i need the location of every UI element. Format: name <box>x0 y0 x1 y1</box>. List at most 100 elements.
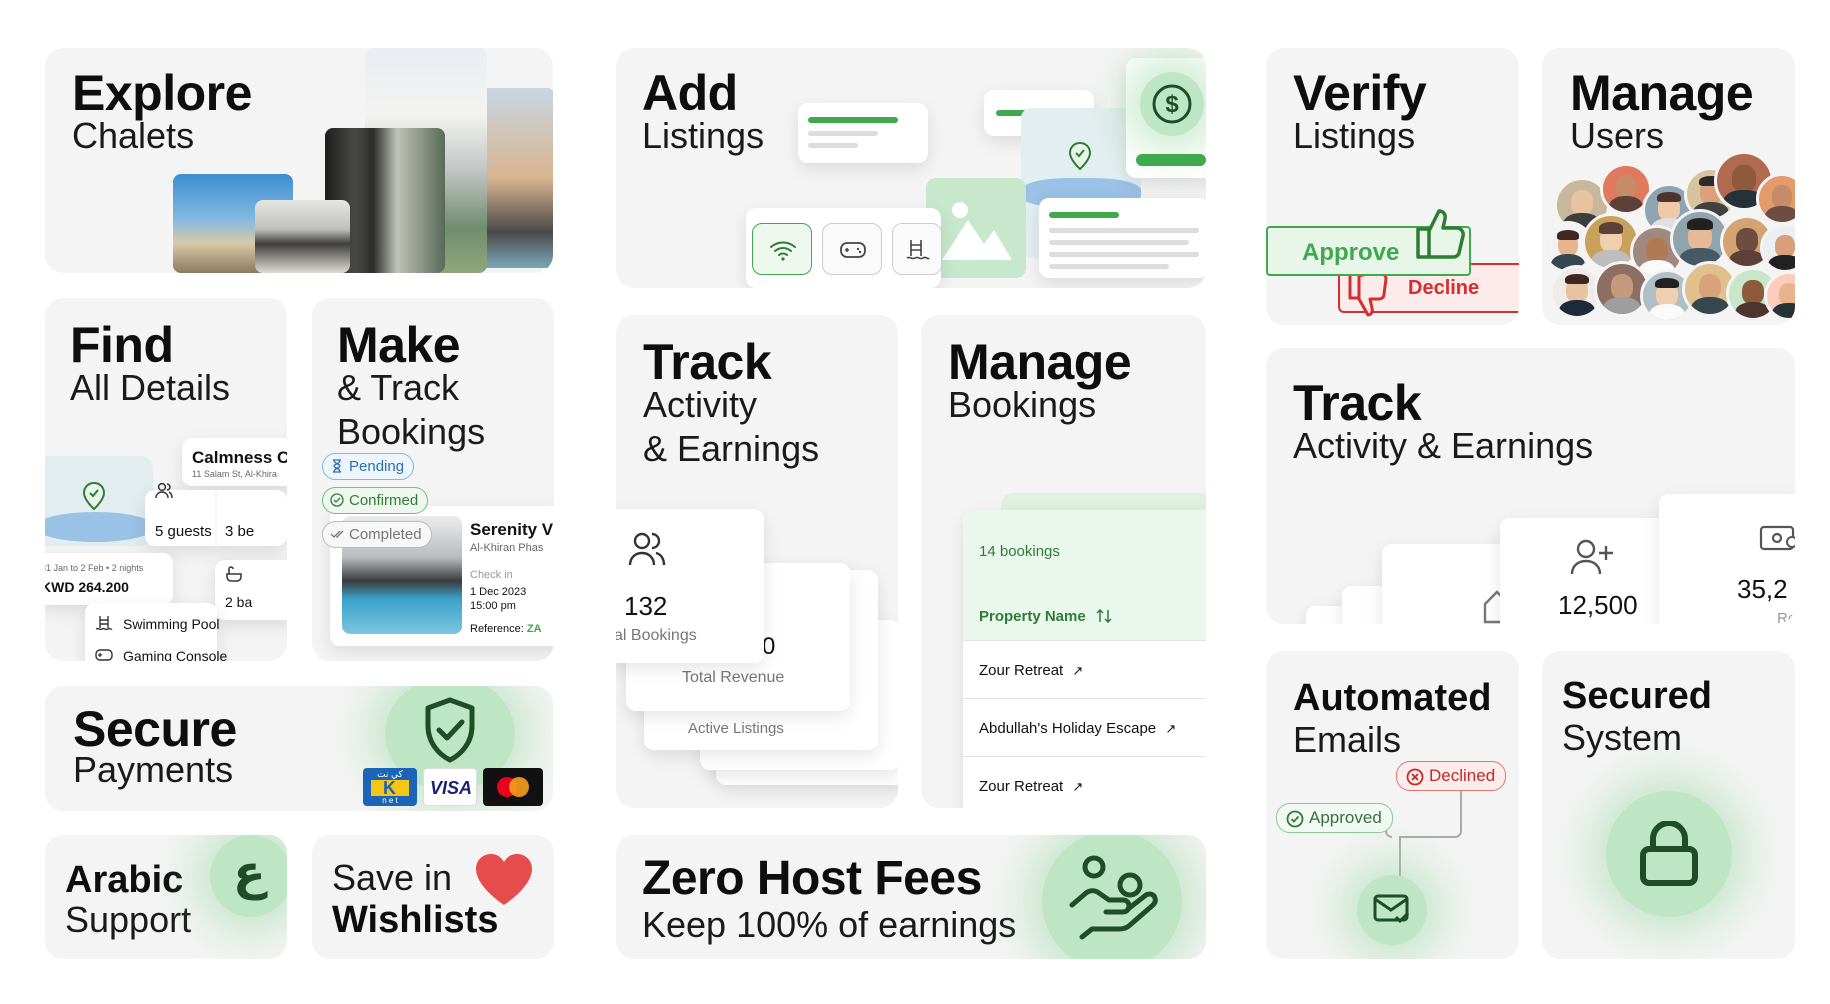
user-avatar-grid <box>1542 151 1795 325</box>
x-circle-icon <box>1406 768 1424 786</box>
card-title: Manage <box>1570 65 1754 121</box>
status-badge-approved[interactable]: Approved <box>1276 803 1393 833</box>
card-title: Arabic <box>65 859 184 901</box>
decline-label: Decline <box>1408 277 1480 299</box>
status-label: Approved <box>1309 808 1382 827</box>
dollar-icon: $ <box>1152 84 1192 124</box>
card-title: Explore <box>72 65 252 121</box>
stat-label: al Bookings <box>616 627 697 644</box>
status-badge-confirmed[interactable]: Confirmed <box>322 487 429 514</box>
lock-icon <box>1640 821 1698 886</box>
stat-card-users: 12,500 <box>1500 518 1670 624</box>
reference-value: ZA <box>526 623 542 635</box>
stat-value: 35,2 <box>1737 574 1788 604</box>
card-title: Find <box>70 317 174 373</box>
card-subtitle: Users <box>1570 115 1665 156</box>
booking-reference: Reference: ZA <box>470 623 542 635</box>
thumbs-down-icon <box>1348 272 1388 317</box>
amenity-wifi-button[interactable] <box>752 223 812 275</box>
card-subtitle: System <box>1562 717 1683 758</box>
listing-name: Calmness C <box>192 448 287 467</box>
card-subtitle-1: & Track <box>337 367 460 408</box>
avatar <box>1760 223 1795 273</box>
card-title: Add <box>642 65 738 121</box>
card-title: Track <box>643 334 772 390</box>
card-subtitle: All Details <box>70 367 231 408</box>
card-find-details[interactable]: Find All Details Calmness C 11 Salam St,… <box>45 298 287 661</box>
map-pin-icon <box>83 482 105 510</box>
bookings-count: 14 bookings <box>979 543 1060 560</box>
card-track-activity[interactable]: Track Activity & Earnings Active Listing… <box>616 315 898 808</box>
card-title: Make <box>337 317 461 373</box>
svg-text:$: $ <box>1165 91 1179 118</box>
card-subtitle-2: Bookings <box>337 411 486 452</box>
amenity-pool: Swimming Pool <box>123 616 220 632</box>
external-link-icon: ↗ <box>1072 663 1084 678</box>
hourglass-icon <box>333 459 341 473</box>
listing-name-card: Calmness C 11 Salam St, Al-Khira <box>182 438 287 486</box>
card-subtitle: Emails <box>1293 719 1402 760</box>
card-verify-listings[interactable]: Verify Listings Decline Approve <box>1266 48 1519 325</box>
card-secured-system[interactable]: Secured System <box>1542 651 1795 959</box>
card-subtitle: Listings <box>1293 115 1416 156</box>
card-subtitle-1: Activity <box>643 384 758 425</box>
avatar <box>1756 173 1795 225</box>
card-make-bookings[interactable]: Make & Track Bookings Serenity V Al-Khir… <box>312 298 554 661</box>
approve-label: Approve <box>1302 239 1400 266</box>
shield-check-icon <box>425 697 475 763</box>
amenity-pool-button[interactable] <box>892 223 942 275</box>
checkin-time: 15:00 pm <box>470 600 516 612</box>
card-explore-chalets[interactable]: Explore Chalets <box>45 48 553 273</box>
card-title: Secure <box>73 701 237 757</box>
card-automated-emails[interactable]: Automated Emails Declined Approved <box>1266 651 1519 959</box>
card-manage-bookings[interactable]: Manage Bookings 14 bookings Property Nam… <box>921 315 1206 808</box>
card-add-listings[interactable]: Add Listings $ <box>616 48 1206 288</box>
amenity-gaming: Gaming Console <box>123 648 228 661</box>
email-check-icon <box>1373 894 1410 924</box>
pool-icon <box>95 616 113 631</box>
card-arabic-support[interactable]: Arabic Support ع <box>45 835 287 959</box>
card-wishlists[interactable]: Save in Wishlists <box>312 835 554 959</box>
status-badge-pending[interactable]: Pending <box>322 453 415 480</box>
listing-text-card <box>798 103 928 163</box>
table-row[interactable]: Abdullah's Holiday Escape ↗ <box>979 720 1176 737</box>
reference-label: Reference: <box>470 623 524 635</box>
card-title: Secured <box>1562 675 1712 717</box>
card-track-earnings[interactable]: Track Activity & Earnings 12,500 35,2 Re… <box>1266 348 1795 624</box>
booking-location: Al-Khiran Phas <box>470 542 544 554</box>
card-subtitle: Keep 100% of earnings <box>642 904 1017 945</box>
external-link-icon: ↗ <box>1165 721 1177 736</box>
stat-card-bookings: 132 al Bookings <box>616 509 764 663</box>
stat-label: Active Listings <box>688 720 784 737</box>
card-title: Track <box>1293 375 1422 431</box>
card-zero-host-fees[interactable]: Zero Host Fees Keep 100% of earnings <box>616 835 1206 959</box>
sort-property-name[interactable]: Property Name <box>979 608 1112 625</box>
visa-text: VISA <box>430 778 473 798</box>
hand-coins-icon <box>1069 855 1158 940</box>
card-subtitle: Listings <box>642 115 765 156</box>
status-label: Completed <box>349 526 422 543</box>
pool-icon <box>906 240 930 260</box>
stat-label: Rev <box>1777 610 1795 624</box>
card-title: Manage <box>948 334 1132 390</box>
table-row[interactable]: Zour Retreat ↗ <box>979 662 1083 679</box>
status-badge-completed[interactable]: Completed <box>322 521 432 548</box>
card-subtitle-2: & Earnings <box>643 428 820 469</box>
card-secure-payments[interactable]: Secure Payments كي نت K n e t VISA <box>45 686 553 811</box>
amenity-gamepad-button[interactable] <box>822 223 882 275</box>
stat-value: 132 <box>624 591 668 621</box>
knet-latin: n e t <box>382 796 398 805</box>
bath-icon <box>226 566 242 582</box>
stat-card-revenue: 35,2 Rev <box>1659 494 1795 624</box>
table-row[interactable]: Zour Retreat ↗ <box>979 778 1083 795</box>
card-manage-users[interactable]: Manage Users <box>1542 48 1795 325</box>
booking-dates: 31 Jan to 2 Feb • 2 nights <box>45 563 144 573</box>
status-badge-declined[interactable]: Declined <box>1396 761 1507 791</box>
row-property: Abdullah's Holiday Escape <box>979 720 1157 737</box>
baths-count: 2 ba <box>225 594 253 610</box>
map-pin-icon <box>1069 142 1091 170</box>
price-card: $ <box>1126 58 1206 178</box>
bookings-table: 14 bookings Property Name Zour Retreat ↗… <box>963 510 1206 808</box>
map-thumbnail <box>45 456 153 546</box>
card-title: Automated <box>1293 677 1492 719</box>
